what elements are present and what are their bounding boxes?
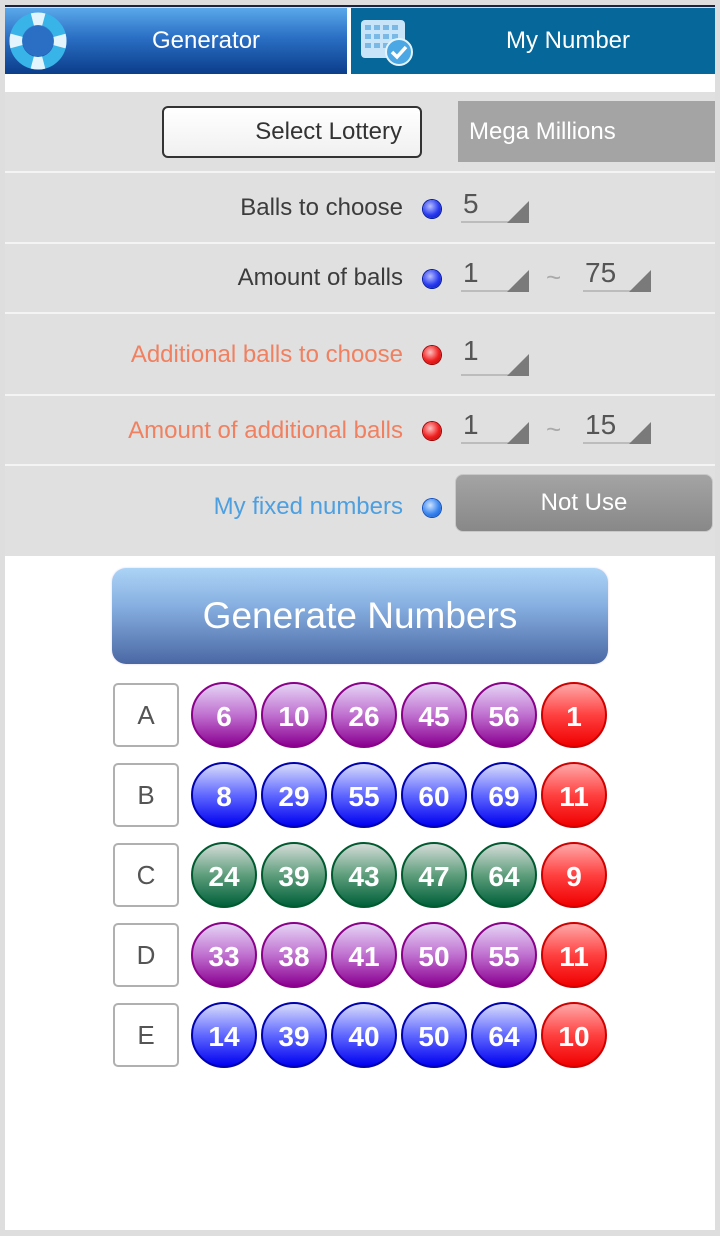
tab-my-number[interactable]: My Number — [351, 8, 715, 74]
tab-generator[interactable]: Generator — [5, 8, 347, 74]
number-ball: 50 — [401, 922, 467, 988]
set-label-button[interactable]: D — [113, 923, 179, 987]
bonus-ball: 10 — [541, 1002, 607, 1068]
number-ball: 45 — [401, 682, 467, 748]
additional-balls-to-choose-label: Additional balls to choose — [130, 341, 403, 368]
blue-ball-indicator-icon — [423, 270, 441, 288]
result-set-row: A 6 10 26 45 56 1 — [113, 682, 613, 748]
spinner-arrow-icon — [629, 270, 651, 292]
my-fixed-numbers-row: My fixed numbers Not Use — [5, 466, 715, 556]
range-separator: ~ — [546, 414, 562, 444]
generate-numbers-button[interactable]: Generate Numbers — [112, 568, 608, 664]
amount-of-additional-balls-row: Amount of additional balls 1 ~ 15 — [5, 396, 715, 464]
selected-lottery-value: Mega Millions — [458, 101, 715, 162]
amount-of-balls-min-spinner[interactable]: 1 — [461, 258, 529, 292]
number-ball: 47 — [401, 842, 467, 908]
number-ball: 24 — [191, 842, 257, 908]
number-ball: 64 — [471, 1002, 537, 1068]
number-ball: 39 — [261, 842, 327, 908]
number-ball: 55 — [331, 762, 397, 828]
tab-bar: Generator My Number — [5, 8, 715, 74]
number-ball: 64 — [471, 842, 537, 908]
number-ball: 38 — [261, 922, 327, 988]
result-set-row: D 33 38 41 50 55 11 — [113, 922, 613, 988]
set-label-button[interactable]: E — [113, 1003, 179, 1067]
number-ball: 50 — [401, 1002, 467, 1068]
spinner-arrow-icon — [629, 422, 651, 444]
my-fixed-numbers-label: My fixed numbers — [213, 493, 403, 520]
balls-to-choose-spinner[interactable]: 5 — [461, 189, 529, 223]
lottery-row: Select Lottery Mega Millions — [5, 92, 715, 170]
blue-ball-indicator-icon — [423, 200, 441, 218]
amount-of-additional-balls-min-value: 1 — [463, 409, 479, 440]
additional-balls-to-choose-spinner[interactable]: 1 — [461, 336, 529, 376]
range-separator: ~ — [546, 262, 562, 292]
set-label-button[interactable]: A — [113, 683, 179, 747]
amount-of-additional-balls-max-value: 15 — [585, 409, 617, 440]
number-ball: 43 — [331, 842, 397, 908]
amount-of-balls-row: Amount of balls 1 ~ 75 — [5, 244, 715, 312]
amount-of-balls-label: Amount of balls — [237, 264, 403, 291]
spinner-arrow-icon — [507, 201, 529, 223]
number-ball: 39 — [261, 1002, 327, 1068]
number-ball: 10 — [261, 682, 327, 748]
balls-to-choose-row: Balls to choose 5 — [5, 173, 715, 241]
amount-of-balls-max-value: 75 — [585, 257, 617, 288]
number-ball: 55 — [471, 922, 537, 988]
number-ball: 33 — [191, 922, 257, 988]
number-ball: 69 — [471, 762, 537, 828]
number-ball: 8 — [191, 762, 257, 828]
settings-panel: Select Lottery Mega Millions Balls to ch… — [5, 92, 715, 556]
number-ball: 41 — [331, 922, 397, 988]
number-ball: 29 — [261, 762, 327, 828]
bonus-ball: 9 — [541, 842, 607, 908]
bonus-ball: 11 — [541, 922, 607, 988]
bonus-ball: 1 — [541, 682, 607, 748]
set-label-button[interactable]: B — [113, 763, 179, 827]
top-border — [5, 5, 715, 7]
number-ball: 6 — [191, 682, 257, 748]
tab-my-number-label: My Number — [505, 27, 631, 54]
number-ball: 60 — [401, 762, 467, 828]
result-set-row: E 14 39 40 50 64 10 — [113, 1002, 613, 1068]
red-ball-indicator-icon — [423, 346, 441, 364]
amount-of-additional-balls-label: Amount of additional balls — [128, 417, 403, 444]
number-ball: 14 — [191, 1002, 257, 1068]
number-ball: 40 — [331, 1002, 397, 1068]
calendar-check-icon — [361, 20, 413, 66]
balls-to-choose-label: Balls to choose — [240, 194, 403, 221]
additional-balls-to-choose-value: 1 — [463, 335, 479, 366]
fixed-number-indicator-icon — [423, 499, 441, 517]
amount-of-additional-balls-min-spinner[interactable]: 1 — [461, 410, 529, 444]
select-lottery-button[interactable]: Select Lottery — [162, 106, 422, 158]
fixed-numbers-not-use-button[interactable]: Not Use — [455, 474, 713, 532]
tab-underline-strip — [5, 74, 715, 92]
number-ball: 56 — [471, 682, 537, 748]
lifebuoy-icon — [9, 12, 67, 70]
amount-of-balls-max-spinner[interactable]: 75 — [583, 258, 651, 292]
set-label-button[interactable]: C — [113, 843, 179, 907]
balls-to-choose-value: 5 — [463, 188, 479, 219]
spinner-arrow-icon — [507, 422, 529, 444]
result-set-row: B 8 29 55 60 69 11 — [113, 762, 613, 828]
red-ball-indicator-icon — [423, 422, 441, 440]
number-ball: 26 — [331, 682, 397, 748]
amount-of-additional-balls-max-spinner[interactable]: 15 — [583, 410, 651, 444]
results-panel: Generate Numbers A 6 10 26 45 56 1 B 8 29 55 60 69 11… — [5, 556, 715, 1230]
spinner-arrow-icon — [507, 354, 529, 376]
tab-generator-label: Generator — [151, 27, 261, 54]
amount-of-balls-min-value: 1 — [463, 257, 479, 288]
spinner-arrow-icon — [507, 270, 529, 292]
result-set-row: C 24 39 43 47 64 9 — [113, 842, 613, 908]
bonus-ball: 11 — [541, 762, 607, 828]
additional-balls-to-choose-row: Additional balls to choose 1 — [5, 314, 715, 394]
